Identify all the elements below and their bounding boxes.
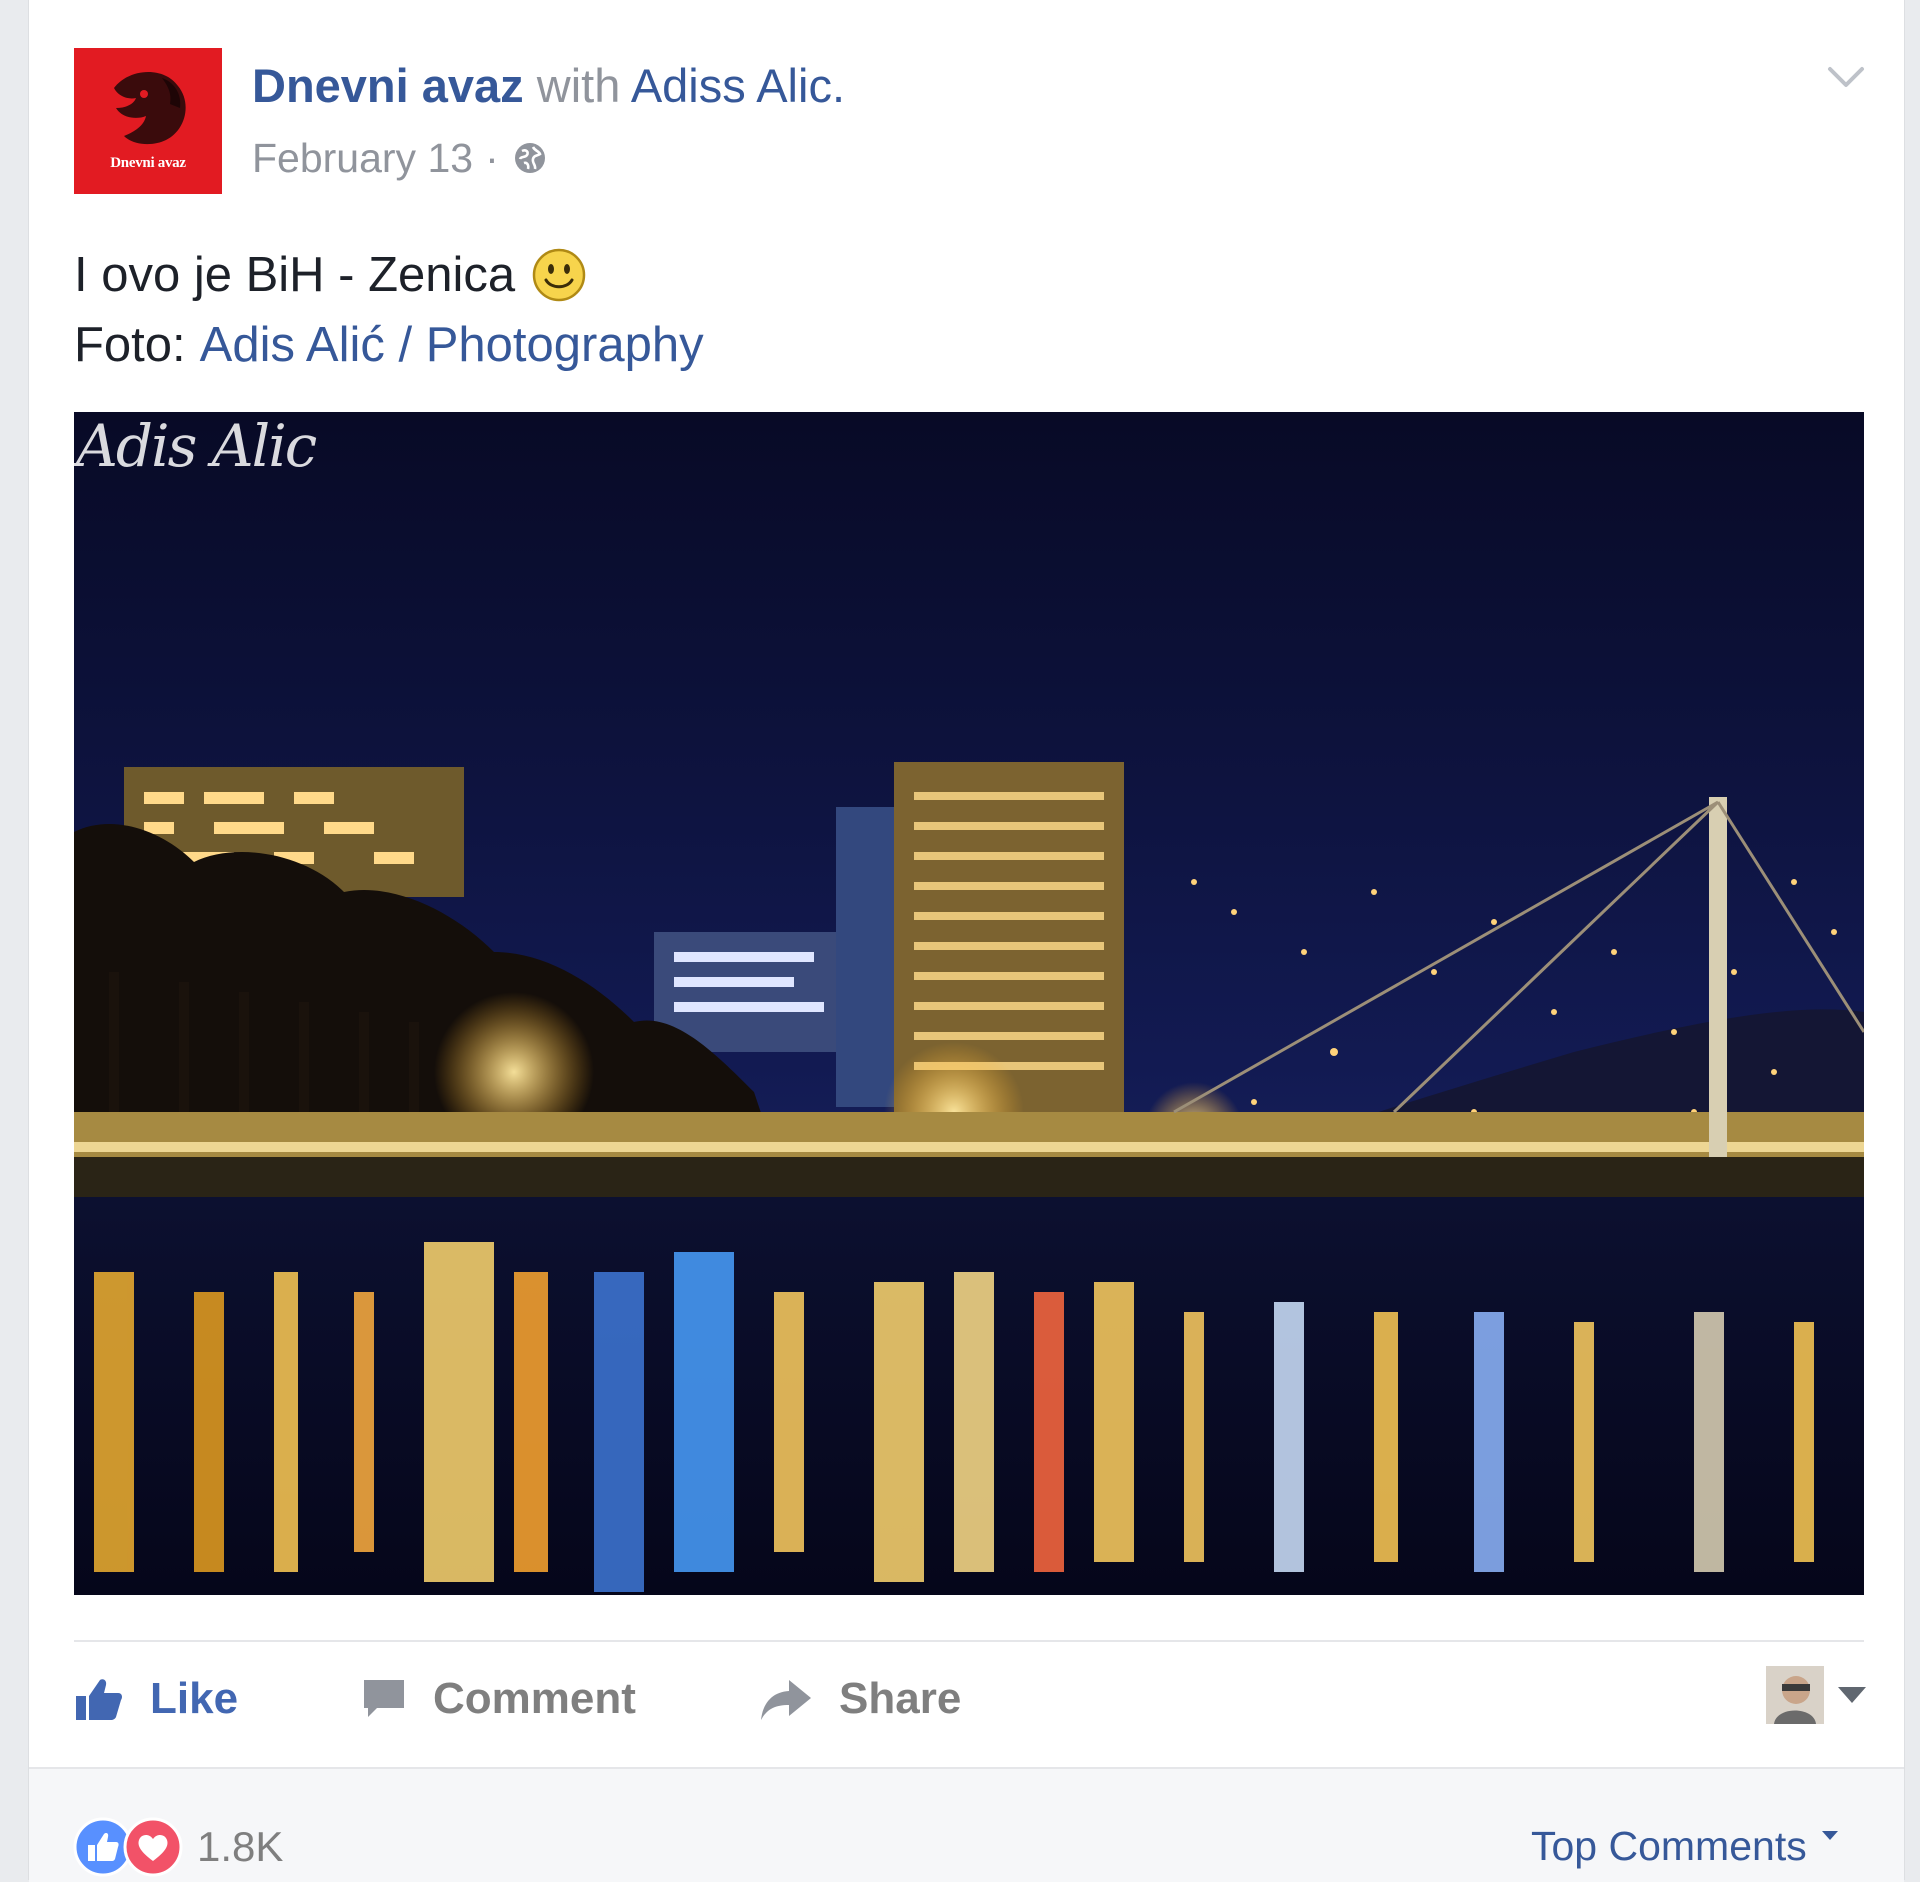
page-name-link[interactable]: Dnevni avaz (252, 59, 524, 112)
photographer-link[interactable]: Adis Alić / Photography (200, 310, 704, 380)
post-caption: I ovo je BiH - Zenica (74, 248, 516, 302)
post-timestamp[interactable]: February 13 (252, 130, 473, 186)
thumbs-up-icon (76, 1679, 122, 1720)
reaction-summary[interactable]: 1.8K (73, 1817, 283, 1877)
tagged-user-link[interactable]: Adiss Alic. (631, 59, 845, 112)
comment-label: Comment (433, 1674, 636, 1723)
avatar-label: Dnevni avaz (110, 155, 186, 171)
comment-as-selector[interactable] (1766, 1666, 1870, 1724)
like-label: Like (150, 1674, 239, 1723)
post-actions: Like Comment Share (74, 1650, 1866, 1748)
smiley-emoji-icon (532, 248, 586, 302)
post-text-line-1: I ovo je BiH - Zenica (74, 240, 704, 310)
night-city-photo (74, 412, 1864, 1595)
post-text: I ovo je BiH - Zenica Foto: Adis Alić / … (74, 240, 704, 380)
photo-watermark: Adis Alic (76, 412, 317, 480)
comment-button[interactable]: Comment (361, 1650, 636, 1748)
share-arrow-icon (761, 1680, 811, 1720)
caret-down-icon (1822, 1831, 1839, 1840)
love-reaction-icon (123, 1817, 183, 1877)
comment-bubble-icon (364, 1680, 404, 1717)
with-label: with (536, 59, 621, 112)
share-label: Share (839, 1674, 962, 1723)
share-button[interactable]: Share (759, 1650, 961, 1748)
avatar-logo-icon (74, 48, 222, 194)
post-photo[interactable]: Adis Alic (74, 412, 1864, 1595)
post-text-line-2: Foto: Adis Alić / Photography (74, 310, 704, 380)
like-button[interactable]: Like (74, 1650, 238, 1748)
sort-label: Top Comments (1531, 1823, 1807, 1869)
top-comments-dropdown[interactable]: Top Comments (1531, 1823, 1842, 1870)
caret-down-icon (1838, 1687, 1866, 1703)
meta-separator: · (485, 135, 499, 181)
page-avatar[interactable]: Dnevni avaz (74, 48, 222, 194)
reactions-bar: 1.8K Top Comments (29, 1767, 1904, 1882)
chevron-down-icon[interactable] (1824, 55, 1868, 99)
post-card: Dnevni avaz Dnevni avaz with Adiss Alic.… (28, 0, 1905, 1882)
credit-prefix: Foto: (74, 318, 186, 372)
actions-divider (74, 1640, 1864, 1642)
reaction-count: 1.8K (197, 1823, 284, 1870)
post-meta: February 13 · (252, 130, 547, 186)
globe-icon[interactable] (513, 141, 547, 175)
user-avatar (1766, 1666, 1824, 1724)
post-header: Dnevni avaz with Adiss Alic. (252, 56, 845, 116)
